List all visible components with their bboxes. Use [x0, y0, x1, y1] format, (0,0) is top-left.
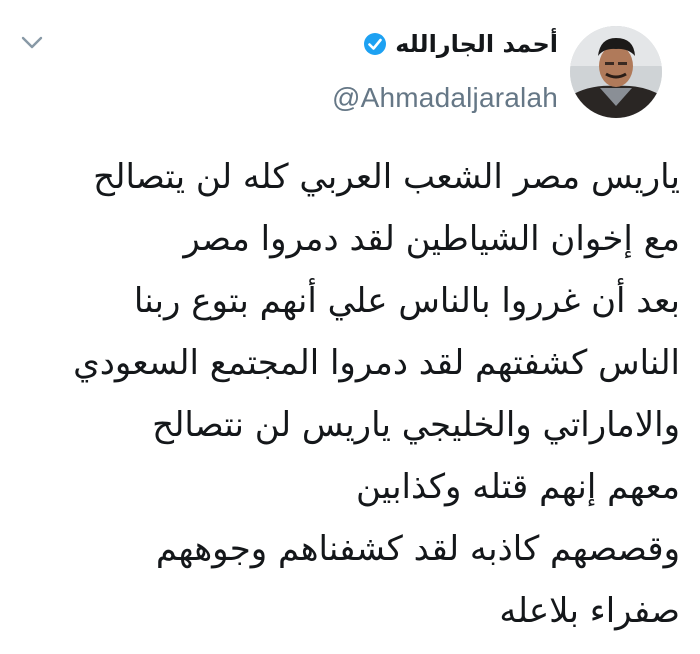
tweet-text: ياريس مصر الشعب العربي كله لن يتصالح مع …	[28, 146, 680, 642]
author-display-name[interactable]: أحمد الجارالله	[395, 30, 558, 58]
tweet-line: معهم إنهم قتله وكذابين	[355, 467, 680, 507]
tweet-card: أحمد الجارالله @Ahmadaljaralah ياريس مصر…	[0, 0, 700, 654]
tweet-line: الناس كشفتهم لقد دمروا المجتمع السعودي	[73, 343, 680, 383]
tweet-line: وقصصهم كاذبه لقد كشفناهم وجوههم	[155, 529, 680, 569]
chevron-down-icon[interactable]	[18, 32, 46, 54]
tweet-line: والاماراتي والخليجي ياريس لن نتصالح	[152, 405, 680, 445]
verified-badge-icon	[363, 32, 387, 56]
tweet-line: ياريس مصر الشعب العربي كله لن يتصالح	[93, 157, 680, 197]
avatar[interactable]	[570, 26, 662, 118]
author-name-row[interactable]: أحمد الجارالله	[363, 30, 558, 58]
tweet-line: مع إخوان الشياطين لقد دمروا مصر	[183, 219, 680, 259]
author-handle[interactable]: @Ahmadaljaralah	[332, 82, 558, 114]
tweet-line: بعد أن غرروا بالناس علي أنهم بتوع ربنا	[133, 281, 680, 321]
tweet-line: صفراء بلاعله	[499, 591, 680, 631]
